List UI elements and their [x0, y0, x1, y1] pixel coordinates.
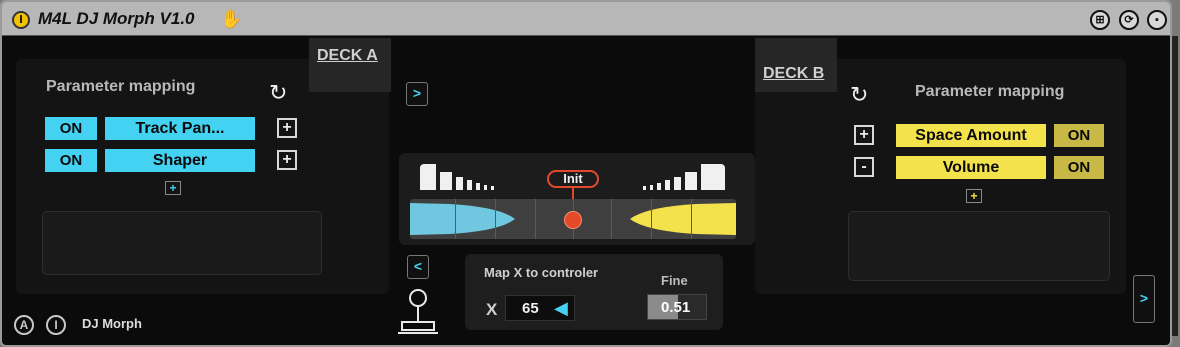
deck-a-mapping-title: Parameter mapping: [46, 78, 196, 95]
axis-label: X: [486, 300, 498, 319]
deck-a-row1-add-button[interactable]: +: [277, 118, 297, 138]
device-name-label: DJ Morph: [82, 316, 142, 331]
deck-b-tab[interactable]: DECK B: [755, 38, 837, 92]
deck-a-add-mapping-button[interactable]: +: [165, 181, 181, 195]
axis-value: 65: [522, 300, 539, 317]
i-button[interactable]: I: [46, 315, 66, 335]
device-title: M4L DJ Morph V1.0: [38, 9, 195, 28]
deck-b-add-mapping-button[interactable]: +: [966, 189, 982, 203]
a-button[interactable]: A: [14, 315, 34, 335]
morph-crossfader: Init: [399, 153, 755, 245]
deck-a-row1-param[interactable]: Track Pan...: [105, 117, 255, 140]
deck-a-row2-toggle[interactable]: ON: [45, 149, 97, 172]
deck-a-row2-add-button[interactable]: +: [277, 150, 297, 170]
save-button[interactable]: ▪: [1147, 10, 1167, 30]
controller-panel: Map X to controler Fine X 65 ◀ 0.51: [465, 254, 723, 330]
scrollbar[interactable]: [1172, 36, 1178, 336]
deck-b-row2-param[interactable]: Volume: [896, 156, 1046, 179]
deck-a-row2-param[interactable]: Shaper: [105, 149, 255, 172]
deck-a-mapping-list: [42, 211, 322, 275]
deck-a-tab[interactable]: DECK A: [309, 38, 391, 92]
morph-slider[interactable]: [410, 199, 736, 239]
hand-icon: ✋: [220, 9, 243, 29]
refresh-button[interactable]: ⟳: [1119, 10, 1139, 30]
deck-b-row2-toggle[interactable]: ON: [1054, 156, 1104, 179]
fine-label: Fine: [661, 273, 688, 288]
deck-b-row1-toggle[interactable]: ON: [1054, 124, 1104, 147]
deck-toggle-button[interactable]: ⊞: [1090, 10, 1110, 30]
axis-value-box[interactable]: 65 ◀: [505, 295, 575, 321]
fine-value-box[interactable]: 0.51: [647, 294, 707, 320]
rotate-icon[interactable]: ↻: [850, 84, 880, 108]
fine-value: 0.51: [661, 299, 691, 316]
morph-handle[interactable]: [564, 211, 582, 229]
controller-title: Map X to controler: [484, 265, 599, 280]
deck-b-row1-param[interactable]: Space Amount: [896, 124, 1046, 147]
expand-right-button[interactable]: >: [406, 82, 428, 106]
deck-b-mapping-list: [848, 211, 1110, 281]
rotate-icon[interactable]: ↻: [269, 82, 299, 106]
expand-right-panel-button[interactable]: >: [1133, 275, 1155, 323]
deck-b-row1-add-button[interactable]: +: [854, 125, 874, 145]
deck-a-row1-toggle[interactable]: ON: [45, 117, 97, 140]
title-bar: M4L DJ Morph V1.0 ✋ ⊞ ⟳ ▪: [2, 2, 1170, 36]
power-icon[interactable]: [12, 11, 30, 29]
joystick-icon: [398, 289, 438, 334]
deck-b-mapping-title: Parameter mapping: [915, 83, 1065, 100]
init-button[interactable]: Init: [547, 170, 599, 188]
device-window: M4L DJ Morph V1.0 ✋ ⊞ ⟳ ▪ DECK A Paramet…: [0, 0, 1172, 347]
collapse-left-button[interactable]: <: [407, 255, 429, 279]
triangle-left-icon: ◀: [554, 298, 568, 318]
deck-b-row2-remove-button[interactable]: -: [854, 157, 874, 177]
